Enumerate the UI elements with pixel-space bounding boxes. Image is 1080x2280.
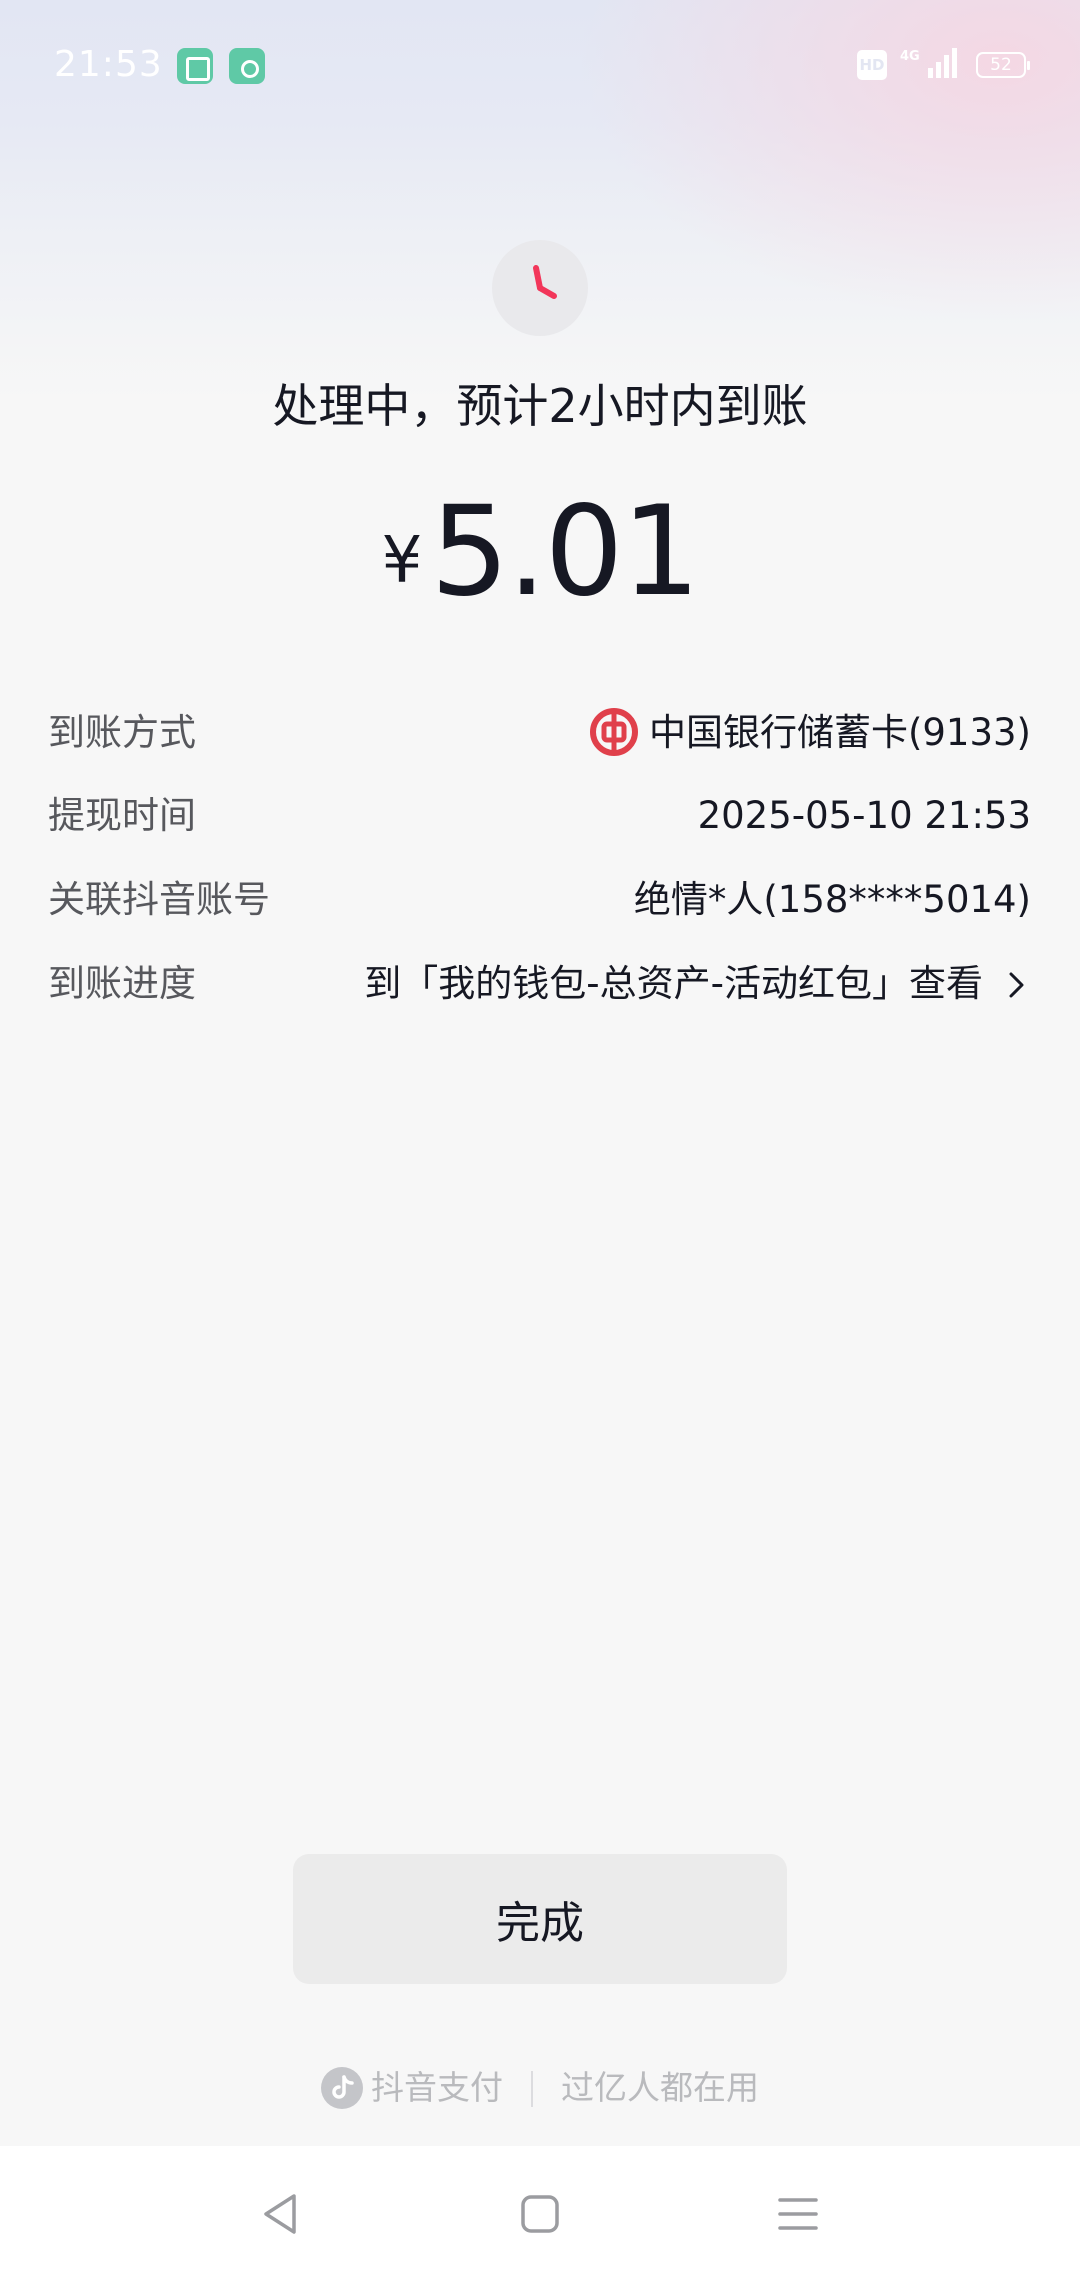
- notification-app-icon: [229, 48, 265, 84]
- progress-link-text[interactable]: 到「我的钱包-总资产-活动红包」查看: [364, 962, 983, 1005]
- detail-row-time: 提现时间 2025-05-10 21:53: [48, 786, 1031, 846]
- footer-divider: [531, 2071, 533, 2107]
- signal-icon: 4G: [900, 48, 957, 78]
- detail-row-method: 到账方式 中国银行储蓄卡(9133): [48, 703, 1031, 763]
- hd-icon: HD: [857, 50, 887, 80]
- menu-icon[interactable]: [768, 2186, 828, 2242]
- detail-value: 绝情*人(158****5014): [633, 878, 1031, 921]
- progress-link[interactable]: 到「我的钱包-总资产-活动红包」查看: [364, 954, 1031, 1014]
- detail-value: 2025-05-10 21:53: [697, 794, 1031, 837]
- status-time: 21:53: [54, 44, 163, 85]
- status-bar: 21:53 HD 4G 52: [0, 0, 1080, 132]
- detail-row-account: 关联抖音账号 绝情*人(158****5014): [48, 870, 1031, 930]
- system-nav-bar: [0, 2146, 1080, 2280]
- detail-label: 到账方式: [48, 711, 196, 754]
- back-icon[interactable]: [250, 2186, 310, 2242]
- footer-slogan: 过亿人都在用: [561, 2068, 759, 2107]
- footer-brand: 抖音支付 过亿人都在用: [0, 2058, 1080, 2118]
- amount-display: ¥5.01: [0, 480, 1080, 624]
- detail-row-progress[interactable]: 到账进度 到「我的钱包-总资产-活动红包」查看: [48, 954, 1031, 1014]
- bank-of-china-logo: [589, 708, 638, 756]
- status-message: 处理中，预计2小时内到账: [272, 379, 808, 433]
- amount-value: 5.01: [430, 480, 700, 624]
- footer-brand-name: 抖音支付: [371, 2068, 503, 2107]
- done-button[interactable]: 完成: [293, 1854, 787, 1984]
- clock-icon: [492, 240, 588, 336]
- chevron-right-icon[interactable]: [1001, 970, 1031, 1000]
- home-icon[interactable]: [510, 2186, 570, 2242]
- bank-card-text: 中国银行储蓄卡(9133): [648, 711, 1031, 754]
- detail-label: 关联抖音账号: [48, 878, 270, 921]
- detail-label: 提现时间: [48, 794, 196, 837]
- detail-value: 中国银行储蓄卡(9133): [589, 703, 1031, 763]
- battery-icon: 52: [976, 52, 1030, 78]
- notification-app-icon: [177, 48, 213, 84]
- currency-symbol: ¥: [381, 524, 423, 598]
- douyin-pay-logo: [321, 2067, 363, 2109]
- network-type-label: 4G: [900, 49, 920, 64]
- detail-label: 到账进度: [48, 962, 196, 1005]
